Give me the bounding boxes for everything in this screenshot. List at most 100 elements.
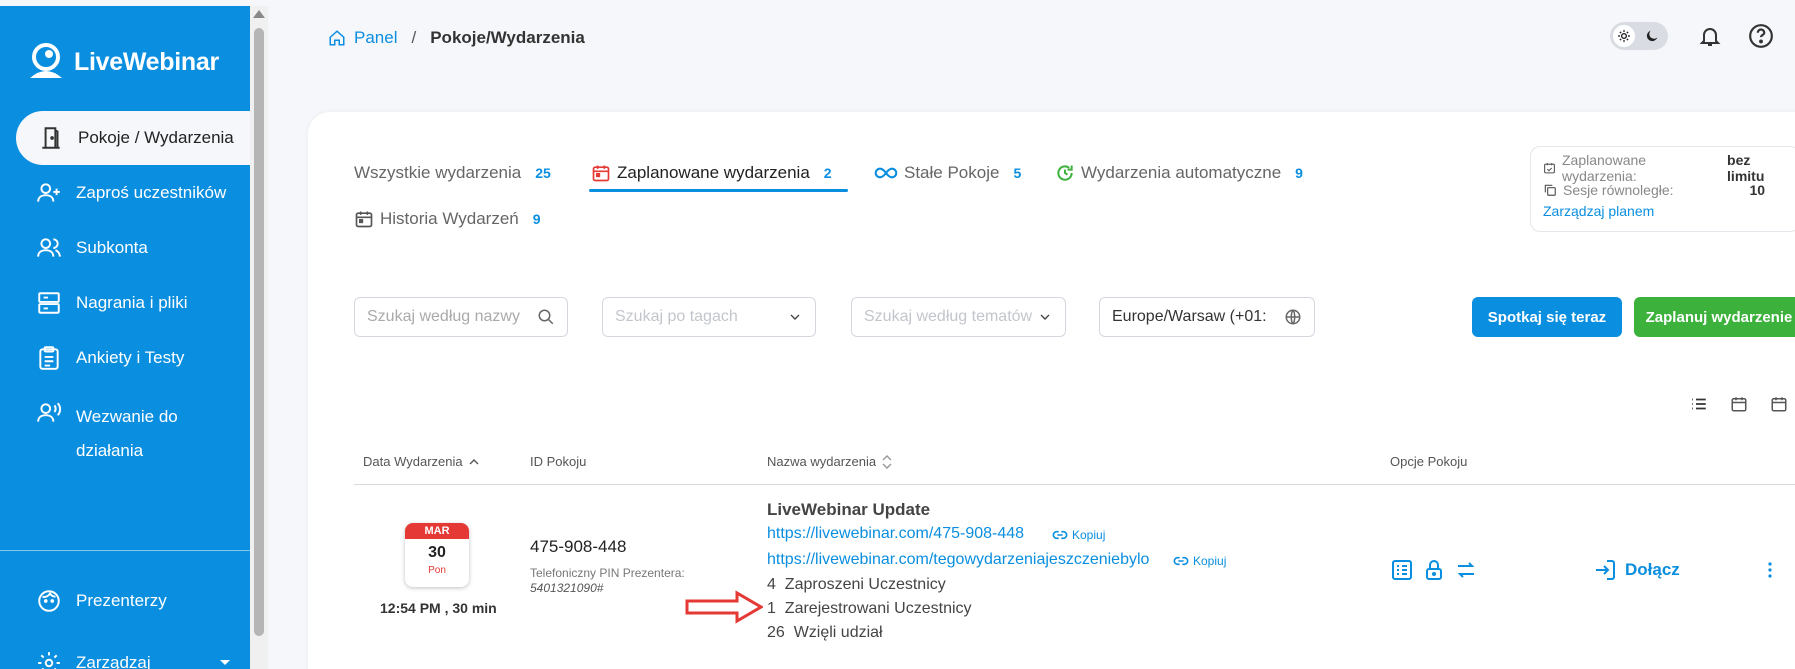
scrollbar-thumb[interactable]	[254, 28, 264, 636]
sidebar-item-label: Prezenterzy	[76, 591, 167, 610]
sidebar-item-label: Nagrania i pliki	[76, 293, 188, 312]
search-name-input[interactable]: Szukaj według nazwy	[354, 297, 568, 337]
event-title[interactable]: LiveWebinar Update	[767, 500, 930, 520]
sidebar-item-surveys[interactable]: Ankiety i Testy	[0, 331, 250, 385]
tab-count: 2	[823, 165, 832, 181]
header-label: Data Wydarzenia	[363, 454, 463, 469]
view-switcher	[1690, 395, 1788, 413]
table-header-divider	[354, 484, 1795, 485]
sidebar: LiveWebinar Pokoje / Wydarzenia Zaproś u…	[0, 6, 250, 669]
registered-label: Zarejestrowani Uczestnicy	[784, 600, 972, 617]
lock-icon[interactable]	[1422, 558, 1446, 582]
tags-select[interactable]: Szukaj po tagach	[602, 297, 816, 337]
checklist-icon[interactable]	[1390, 558, 1414, 582]
chevron-down-icon	[790, 314, 800, 320]
webcam-logo-icon	[30, 43, 62, 78]
copy-link-button-2[interactable]: Kopiuj	[1173, 554, 1226, 568]
chevron-down-icon	[220, 660, 230, 665]
header-event-date[interactable]: Data Wydarzenia	[363, 454, 479, 469]
plan-info-box: Zaplanowane wydarzenia: bez limitu Sesje…	[1530, 146, 1795, 232]
event-link-short[interactable]: https://livewebinar.com/475-908-448	[767, 525, 1024, 543]
tab-event-history[interactable]: Historia Wydarzeń 9	[354, 204, 541, 234]
red-arrow-annotation-icon	[685, 590, 763, 624]
sidebar-item-cta[interactable]: Wezwanie do działania	[0, 386, 250, 476]
schedule-event-button[interactable]: Zaplanuj wydarzenie	[1634, 297, 1795, 337]
plan-parallel-value: 10	[1749, 182, 1766, 198]
door-icon	[42, 127, 60, 149]
tab-count: 25	[535, 165, 551, 181]
tab-all-events[interactable]: Wszystkie wydarzenia 25	[354, 158, 551, 188]
sort-icon	[882, 454, 892, 469]
bell-icon[interactable]	[1698, 24, 1722, 48]
event-link-custom[interactable]: https://livewebinar.com/tegowydarzeniaje…	[767, 551, 1149, 569]
copy-link-button[interactable]: Kopiuj	[1052, 528, 1105, 542]
theme-toggle[interactable]	[1610, 22, 1668, 50]
link-icon	[1173, 556, 1189, 566]
breadcrumb-current: Pokoje/Wydarzenia	[430, 28, 585, 47]
meet-now-button[interactable]: Spotkaj się teraz	[1472, 297, 1622, 337]
invited-stat[interactable]: 4 Zaproszeni Uczestnicy	[767, 576, 946, 594]
tags-placeholder: Szukaj po tagach	[615, 308, 738, 325]
header-label: Nazwa wydarzenia	[767, 454, 877, 469]
date-badge: MAR 30 Pon	[405, 523, 469, 587]
home-icon[interactable]	[328, 29, 346, 47]
globe-icon	[1285, 309, 1301, 325]
calendar-view-icon[interactable]	[1730, 395, 1748, 413]
tab-permanent-rooms[interactable]: Stałe Pokoje 5	[874, 158, 1021, 188]
plan-parallel-row: Sesje równoległe: 10	[1543, 179, 1787, 201]
help-icon[interactable]	[1748, 23, 1774, 49]
invited-count: 4	[767, 576, 776, 593]
sidebar-item-subaccounts[interactable]: Subkonta	[0, 221, 250, 275]
sidebar-item-label-line2: działania	[76, 441, 144, 460]
sidebar-item-label: Subkonta	[76, 238, 148, 257]
header-event-name[interactable]: Nazwa wydarzenia	[767, 454, 892, 469]
breadcrumb-home-link[interactable]: Panel	[354, 28, 397, 48]
add-user-icon	[37, 183, 60, 202]
timezone-select[interactable]: Europe/Warsaw (+01:	[1099, 297, 1315, 337]
calendar-icon	[592, 165, 610, 182]
sidebar-item-invite[interactable]: Zaproś uczestników	[0, 166, 250, 220]
swap-icon[interactable]	[1454, 558, 1478, 582]
attended-stat[interactable]: 26 Wzięli udział	[767, 624, 883, 642]
calendar-add-view-icon[interactable]	[1770, 395, 1788, 413]
tab-label: Wszystkie wydarzenia	[354, 163, 522, 182]
registered-stat[interactable]: 1 Zarejestrowani Uczestnicy	[767, 600, 972, 618]
tab-label: Wydarzenia automatyczne	[1081, 163, 1282, 182]
sidebar-item-label: Zarządzaj	[76, 653, 151, 669]
copy-label: Kopiuj	[1072, 528, 1106, 542]
tab-count: 9	[1295, 165, 1303, 181]
logo[interactable]: LiveWebinar	[26, 42, 219, 82]
join-button[interactable]: Dołącz	[1593, 558, 1680, 582]
join-label: Dołącz	[1625, 560, 1680, 579]
manage-plan-link[interactable]: Zarządzaj planem	[1543, 203, 1787, 219]
tab-count: 5	[1013, 165, 1022, 181]
search-placeholder: Szukaj według nazwy	[367, 308, 520, 325]
room-id: 475-908-448	[530, 537, 627, 556]
breadcrumb: Panel / Pokoje/Wydarzenia	[328, 28, 585, 48]
search-icon	[538, 309, 554, 325]
top-actions	[1610, 22, 1774, 50]
plan-scheduled-label: Zaplanowane wydarzenia:	[1562, 152, 1647, 184]
scroll-up-arrow-icon[interactable]	[253, 10, 265, 18]
header-room-options: Opcje Pokoju	[1390, 454, 1467, 469]
tab-scheduled-events[interactable]: Zaplanowane wydarzenia 2	[591, 158, 832, 188]
calendar-history-icon	[355, 211, 373, 228]
tab-label: Zaplanowane wydarzenia	[617, 163, 810, 182]
sidebar-item-rooms[interactable]: Pokoje / Wydarzenia	[16, 111, 250, 165]
tab-automatic-events[interactable]: Wydarzenia automatyczne 9	[1055, 158, 1303, 188]
topics-select[interactable]: Szukaj według tematów	[851, 297, 1066, 337]
infinity-icon	[874, 167, 898, 179]
tab-count: 9	[532, 211, 541, 227]
header-room-id: ID Pokoju	[530, 454, 586, 469]
breadcrumb-separator: /	[411, 28, 417, 47]
server-icon	[38, 292, 60, 314]
attended-count: 26	[767, 624, 785, 641]
moon-icon	[1646, 30, 1658, 42]
sidebar-item-manage[interactable]: Zarządzaj	[0, 636, 250, 669]
pin-label: Telefoniczny PIN Prezentera:	[530, 566, 685, 580]
list-view-icon[interactable]	[1690, 395, 1708, 413]
more-options-icon[interactable]	[1767, 562, 1773, 578]
sidebar-item-label: Zaproś uczestników	[76, 183, 227, 202]
sidebar-item-recordings[interactable]: Nagrania i pliki	[0, 276, 250, 330]
sidebar-item-presenters[interactable]: Prezenterzy	[0, 574, 250, 628]
